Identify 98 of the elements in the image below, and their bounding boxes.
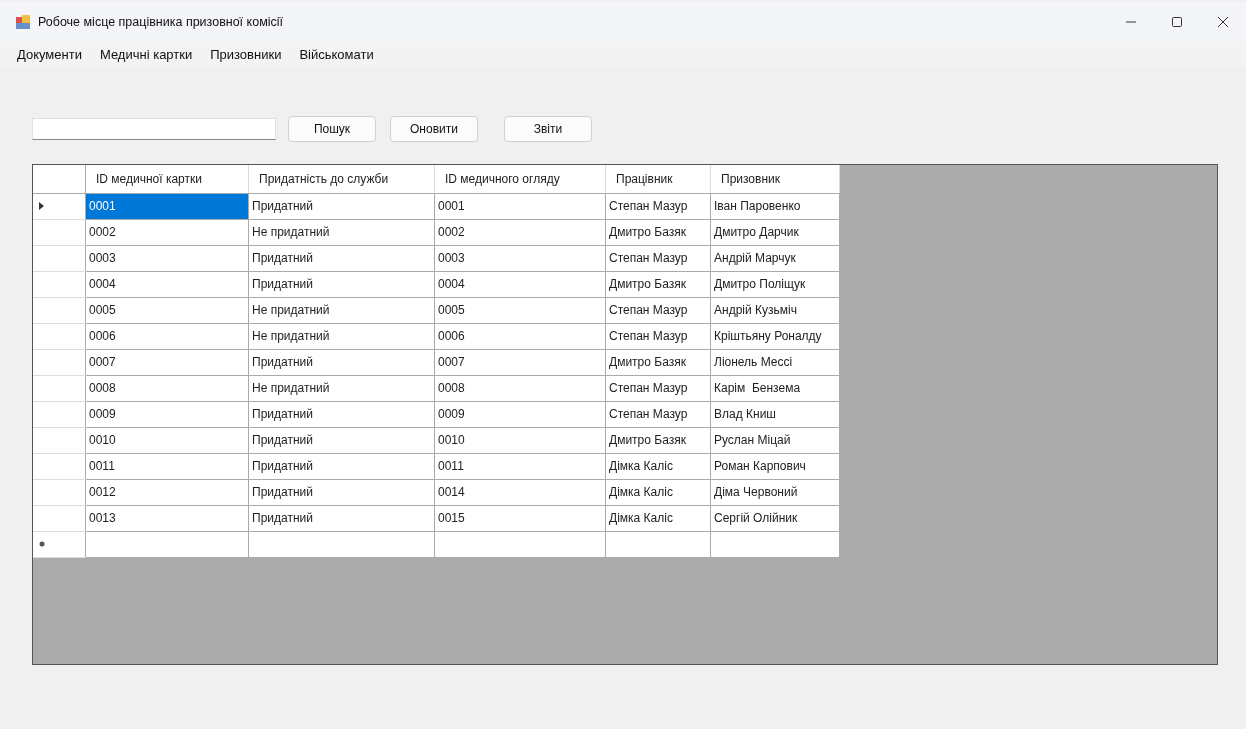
table-cell: Не придатний [248,297,435,323]
row-header[interactable] [33,245,86,271]
table-cell: 0006 [85,323,249,349]
row-header[interactable] [33,401,86,427]
table-cell: 0014 [434,479,606,505]
column-header[interactable]: Працівник [605,165,711,193]
row-header[interactable] [33,349,86,375]
menu-item[interactable]: Документи [10,46,89,62]
table-cell: 0008 [85,375,249,401]
table-cell: 0003 [85,245,249,271]
table-cell: 0005 [434,297,606,323]
row-header[interactable] [33,323,86,349]
table-cell: Дімка Каліс [605,479,711,505]
column-header[interactable]: Призовник [710,165,840,193]
table-cell: Кріштьяну Роналду [710,323,840,349]
table-cell: 0003 [434,245,606,271]
row-header[interactable] [33,453,86,479]
menu-item[interactable]: Призовники [203,46,289,62]
table-cell: Карім Бензема [710,375,840,401]
table-cell: Придатний [248,427,435,453]
table-cell: Степан Мазур [605,193,711,219]
table-cell: Придатний [248,401,435,427]
table-cell: Степан Мазур [605,375,711,401]
row-header[interactable] [33,271,86,297]
table-cell: Дмитро Базяк [605,271,711,297]
column-header[interactable]: Придатність до служби [248,165,435,193]
close-icon [1217,16,1229,28]
row-header[interactable] [33,427,86,453]
table-cell: Діма Червоний [710,479,840,505]
table-cell: 0007 [434,349,606,375]
table-cell: Степан Мазур [605,401,711,427]
row-header[interactable] [33,219,86,245]
table-cell: Дмитро Базяк [605,427,711,453]
table-cell: Степан Мазур [605,297,711,323]
table-cell: 0001 [434,193,606,219]
table-cell: 0004 [85,271,249,297]
row-header[interactable] [33,505,86,531]
table-cell: 0002 [434,219,606,245]
menu-item[interactable]: Військомати [292,46,381,62]
table-cell: Дмитро Дарчик [710,219,840,245]
toolbar-button[interactable]: Звіти [504,116,592,142]
table-cell: 0012 [85,479,249,505]
window-title: Робоче місце працівника призовної комісії [38,15,283,29]
table-cell: 0010 [85,427,249,453]
table-cell: Не придатний [248,375,435,401]
toolbar-button[interactable]: Пошук [288,116,376,142]
row-header[interactable] [33,375,86,401]
row-header[interactable] [33,193,86,219]
table-cell: 0006 [434,323,606,349]
table-cell: 0008 [434,375,606,401]
table-cell: Дмитро Базяк [605,349,711,375]
table-cell: Андрій Марчук [710,245,840,271]
table-cell: Дімка Каліс [605,453,711,479]
column-header[interactable]: ID медичного огляду [434,165,606,193]
table-cell: 0015 [434,505,606,531]
table-cell: Не придатний [248,219,435,245]
table-cell: 0002 [85,219,249,245]
table-cell: 0010 [434,427,606,453]
table-cell: Влад Книш [710,401,840,427]
table-cell: Придатний [248,349,435,375]
table-cell: Ліонель Мессі [710,349,840,375]
table-cell: 0013 [85,505,249,531]
table-cell: 0009 [434,401,606,427]
table-cell: Придатний [248,505,435,531]
table-cell: Степан Мазур [605,323,711,349]
table-cell: 0011 [85,453,249,479]
new-row-icon [39,541,45,547]
table-cell: 0009 [85,401,249,427]
table-cell: Придатний [248,453,435,479]
table-cell: 0004 [434,271,606,297]
toolbar-button[interactable]: Оновити [390,116,478,142]
table-cell: Андрій Кузьміч [710,297,840,323]
table-cell: Придатний [248,245,435,271]
row-header[interactable] [33,531,86,557]
table-cell: Придатний [248,479,435,505]
table-cell: Не придатний [248,323,435,349]
row-header[interactable] [33,479,86,505]
table-cell: Придатний [248,193,435,219]
column-header[interactable]: ID медичної картки [85,165,249,193]
table-cell: Дмитро Базяк [605,219,711,245]
table-cell: 0005 [85,297,249,323]
table-cell: Степан Мазур [605,245,711,271]
table-cell: Руслан Міцай [710,427,840,453]
table-cell: 0007 [85,349,249,375]
table-cell: Дмитро Поліщук [710,271,840,297]
table-cell: Дімка Каліс [605,505,711,531]
table-cell: Сергій Олійник [710,505,840,531]
table-cell: 0001 [85,193,249,219]
maximize-icon [1171,16,1183,28]
current-row-icon [39,202,44,210]
table-cell: 0011 [434,453,606,479]
table-cell: Придатний [248,271,435,297]
search-field[interactable] [32,118,276,140]
row-header[interactable] [33,297,86,323]
table-cell: Роман Карпович [710,453,840,479]
table-cell: Іван Паровенко [710,193,840,219]
app-icon [16,15,30,29]
menu-item[interactable]: Медичні картки [92,46,200,62]
